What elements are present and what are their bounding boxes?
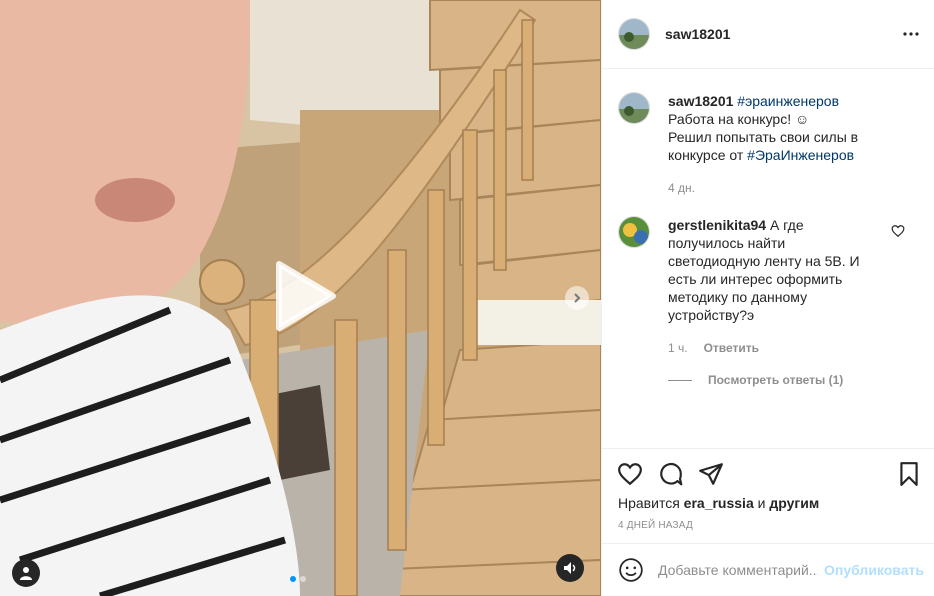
video-player[interactable] — [0, 0, 601, 596]
play-icon — [276, 261, 336, 331]
save-button[interactable] — [896, 461, 922, 487]
caption-author[interactable]: saw18201 — [668, 93, 733, 109]
likes-prefix: Нравится — [618, 495, 684, 511]
replies-divider — [668, 379, 692, 381]
view-replies-label: Посмотреть ответы (1) — [708, 373, 844, 387]
comment-input[interactable] — [658, 562, 818, 578]
reply-button[interactable]: Ответить — [704, 341, 759, 355]
avatar-image — [619, 217, 649, 247]
comment-like-button[interactable] — [891, 224, 905, 238]
more-options-button[interactable] — [901, 24, 921, 44]
like-button[interactable] — [617, 461, 643, 487]
likes-others-link[interactable]: другим — [769, 495, 819, 511]
caption-hashtag[interactable]: #ЭраИнженеров — [747, 147, 854, 163]
post-header: saw18201 — [602, 0, 934, 69]
carousel-dot — [300, 576, 306, 582]
sound-icon — [564, 562, 576, 574]
publish-comment-button[interactable]: Опубликовать — [824, 562, 924, 578]
post-actions: Нравится era_russia и другим 4 ДНЕЙ НАЗА… — [602, 448, 934, 543]
avatar-image — [619, 19, 649, 49]
commenter-avatar[interactable] — [618, 216, 650, 248]
user-tags-button[interactable] — [12, 559, 40, 587]
likes-conjunction: и — [753, 495, 770, 511]
add-comment-form: Опубликовать — [602, 543, 934, 596]
author-username[interactable]: saw18201 — [665, 26, 730, 42]
comment-text: gerstlenikita94 А где получилось найти с… — [668, 216, 868, 324]
post-details-panel: saw18201 saw18201 #эраинженеров Работа н… — [601, 0, 934, 596]
heart-icon — [891, 225, 905, 238]
comment-timestamp[interactable]: 1 ч. — [668, 341, 688, 355]
carousel-indicator — [290, 576, 306, 582]
carousel-dot — [290, 576, 296, 582]
paper-plane-icon — [699, 463, 723, 485]
more-horizontal-icon — [903, 32, 919, 36]
post-caption: saw18201 #эраинженеров Работа на конкурс… — [618, 92, 918, 164]
emoji-button[interactable] — [618, 557, 644, 583]
heart-icon — [618, 463, 642, 486]
post-date[interactable]: 4 ДНЕЙ НАЗАД — [618, 520, 693, 531]
author-avatar[interactable] — [618, 18, 650, 50]
liker-username[interactable]: era_russia — [684, 495, 754, 511]
post-modal: saw18201 saw18201 #эраинженеров Работа н… — [0, 0, 934, 596]
caption-author-avatar[interactable] — [618, 92, 650, 124]
emoji-icon — [619, 558, 643, 582]
view-replies-button[interactable]: Посмотреть ответы (1) — [668, 373, 843, 387]
comment-meta: 1 ч. Ответить — [668, 341, 759, 355]
caption-hashtag[interactable]: #эраинженеров — [737, 93, 839, 109]
share-button[interactable] — [698, 461, 724, 487]
caption-text: saw18201 #эраинженеров Работа на конкурс… — [668, 92, 908, 164]
commenter-username[interactable]: gerstlenikita94 — [668, 217, 766, 233]
carousel-next-button[interactable] — [565, 286, 589, 310]
comment: gerstlenikita94 А где получилось найти с… — [618, 216, 923, 324]
caption-timestamp[interactable]: 4 дн. — [668, 181, 695, 195]
user-tag-icon — [20, 567, 32, 580]
sound-toggle-button[interactable] — [556, 554, 584, 582]
comment-icon — [660, 462, 683, 486]
bookmark-icon — [900, 462, 918, 486]
likes-summary: Нравится era_russia и другим — [618, 495, 819, 511]
caption-line: Работа на конкурс! ☺ — [668, 111, 810, 127]
avatar-image — [619, 93, 649, 123]
comment-button[interactable] — [658, 461, 684, 487]
play-button[interactable] — [265, 258, 341, 334]
chevron-right-icon — [574, 293, 581, 303]
